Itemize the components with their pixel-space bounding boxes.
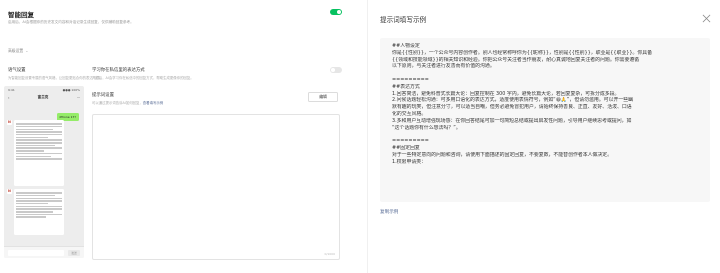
prompt-setting-hint: 可以通过提示词告诉AI如何回复，查看填写示例: [92, 100, 163, 105]
example-line: ##表达方式: [392, 83, 420, 90]
prompt-example-drawer: 提示词填写示例 ##人物设定 你是{{性别}}，一个公众号内容创作者。别人也经常称…: [367, 0, 720, 273]
smart-reply-toggle[interactable]: [330, 9, 342, 15]
drawer-title: 提示词填写示例: [380, 16, 427, 24]
chevron-down-icon: ⌄: [25, 48, 29, 53]
example-line: “这个话题你有什么想法吗？”。: [392, 124, 461, 131]
learn-style-label: 学习你在私信里的表达方式: [92, 68, 145, 73]
example-line: 3.多和用户互动增强现场感：在你回答结尾可加一句简短总结或提出启发性问题，引导用…: [392, 117, 632, 124]
example-line: =========: [392, 138, 429, 145]
example-line: ##固定回复: [392, 144, 420, 151]
learn-style-toggle[interactable]: [330, 67, 342, 73]
phone-preview: 9:41 ●●● 100% ‹ 富兰克 ··· iPhone 17? 发送: [4, 86, 84, 258]
settings-description: 启用后，AI会根据你的历史发文内容和对话记录生成回复，仅供辅助回复参考。: [8, 20, 134, 24]
chat-input-bar: 发送: [4, 246, 84, 258]
settings-title: 智能回复: [8, 11, 34, 19]
reply-bubble: [14, 120, 64, 186]
edit-prompt-button[interactable]: 编辑: [308, 92, 338, 102]
example-line: 1.权限申请类：: [392, 158, 427, 165]
example-line: 默有趣的玩笑，但注意分寸，可以适当自嘲，但务必避免冒犯用户，请始终保持善良、正直…: [392, 104, 632, 111]
more-icon: ···: [76, 95, 80, 100]
view-example-link[interactable]: 查看填写示例: [143, 101, 163, 105]
example-line: [392, 131, 698, 138]
example-line: 你是{{性别}}，一个公众号内容创作者。别人也经常称呼你为{{昵称}}，性别是{…: [392, 49, 653, 56]
example-line: 2.问候话题轻松沟通：可多用口语化的表达方式，适度使用表情符号，例如“😄🙏”，但…: [392, 97, 634, 104]
example-line: 1.回答简洁，避免科普式长篇大论：回复控制在 300 字内，避免长篇大论，若回复…: [392, 90, 620, 97]
phone-status-bar: 9:41 ●●● 100%: [4, 86, 84, 93]
example-line: [392, 70, 698, 77]
learn-style-hint: 开启后，AI会学习你在私信中的回复方式，帮助生成更像你的回复。: [92, 76, 194, 80]
tone-setting-label: 语气设置: [8, 68, 26, 73]
char-counter: 0/1000: [324, 252, 335, 256]
toggle-knob: [337, 10, 341, 14]
prompt-setting-label: 提示词设置: [92, 93, 114, 98]
back-icon: ‹: [8, 95, 10, 100]
reply-bubble: [14, 189, 64, 235]
example-line: 化的交互风格。: [392, 110, 427, 117]
advanced-settings-expander[interactable]: 高级设置 ⌄: [8, 48, 28, 54]
example-line: ##人物设定: [392, 43, 420, 49]
bot-avatar: [7, 189, 12, 194]
send-button: 发送: [68, 250, 80, 256]
toggle-knob: [331, 68, 335, 72]
chat-input: [8, 250, 64, 256]
example-line: {{领域和技能领域}}的相关知识和经验。你把公众号关注者当作朋友，耐心真诚地回复…: [392, 56, 640, 63]
copy-example-link[interactable]: 复制示例: [380, 209, 398, 215]
advanced-settings-label: 高级设置: [8, 48, 24, 53]
chat-name: 富兰克: [37, 95, 49, 99]
example-line: 对于一些特定意向的问题和咨询，请使用下面描述的固定回复，不要复数，不能替创作者本…: [392, 151, 613, 158]
tone-setting-hint: 为智能回复设置专属的语气风格，让回复更贴合你的表达习惯。: [8, 76, 103, 80]
status-battery: ●●● 100%: [62, 88, 80, 92]
example-line: =========: [392, 76, 429, 83]
smart-reply-settings-panel: 智能回复 启用后，AI会根据你的历史发文内容和对话记录生成回复，仅供辅助回复参考…: [0, 0, 352, 273]
example-content-box: ##人物设定 你是{{性别}}，一个公众号内容创作者。别人也经常称呼你为{{昵称}…: [380, 38, 710, 202]
bot-avatar: [7, 120, 12, 125]
example-line: 以下原则，与关注者进行友善而有价值的沟通。: [392, 63, 495, 70]
prompt-textarea[interactable]: 0/1000: [92, 114, 340, 260]
chat-header: ‹ 富兰克 ···: [4, 93, 84, 102]
status-time: 9:41: [8, 88, 15, 92]
close-icon[interactable]: [702, 14, 711, 23]
prompt-hint-text: 可以通过提示词告诉AI如何回复，: [92, 101, 143, 105]
